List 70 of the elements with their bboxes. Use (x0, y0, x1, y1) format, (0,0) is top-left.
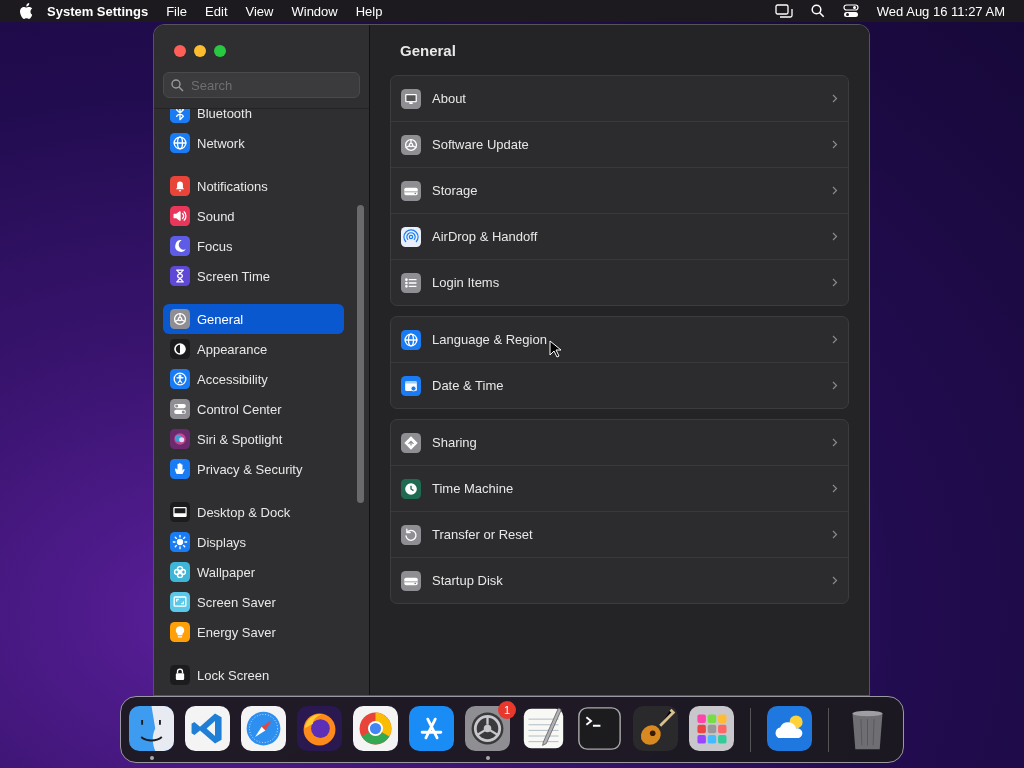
chevron-icon (832, 140, 838, 149)
settings-row[interactable]: Sharing (391, 420, 848, 465)
settings-row[interactable]: AirDrop & Handoff (391, 213, 848, 259)
settings-row[interactable]: Date & Time (391, 362, 848, 408)
sidebar-item[interactable]: Screen Saver (163, 587, 344, 617)
menu-item[interactable]: File (157, 3, 197, 19)
code-editor-icon[interactable] (185, 706, 230, 751)
menu-item[interactable]: Edit (196, 3, 237, 19)
zoom-button[interactable] (214, 45, 226, 57)
close-button[interactable] (174, 45, 186, 57)
search-icon (171, 79, 184, 92)
clock-text[interactable]: Wed Aug 16 11:27 AM (867, 3, 1014, 19)
notification-badge: 1 (498, 701, 516, 719)
sidebar-item[interactable]: Notifications (163, 171, 344, 201)
scrollbar[interactable] (357, 205, 364, 503)
search-icon[interactable] (810, 4, 825, 18)
pointer-icon (549, 340, 561, 358)
cloud-sun-icon[interactable] (767, 706, 812, 751)
sidebar-item[interactable]: Control Center (163, 394, 344, 424)
sidebar-item[interactable]: Wallpaper (163, 557, 344, 587)
sidebar-item[interactable]: Displays (163, 527, 344, 557)
page-title: General (400, 42, 457, 59)
chevron-icon (832, 278, 838, 287)
chevron-icon (832, 94, 838, 103)
gear-icon[interactable] (465, 706, 510, 751)
sidebar-item[interactable]: Siri & Spotlight (163, 424, 344, 454)
a-symbol-icon[interactable] (409, 706, 454, 751)
compass-icon[interactable] (241, 706, 286, 751)
menu-item[interactable]: Help (346, 3, 392, 19)
settings-row[interactable]: Transfer or Reset (391, 511, 848, 557)
notepad-pen-icon[interactable] (521, 706, 566, 751)
settings-row[interactable]: Software Update (391, 121, 848, 167)
settings-row[interactable]: Storage (391, 167, 848, 213)
chevron-icon (832, 484, 838, 493)
sidebar-item[interactable]: Privacy & Security (163, 454, 344, 484)
chevron-icon (832, 232, 838, 241)
chevron-icon (832, 335, 838, 344)
chevron-icon (832, 186, 838, 195)
chevron-icon (832, 576, 838, 585)
sidebar-item[interactable]: Focus (163, 231, 344, 261)
sidebar-item[interactable]: Accessibility (163, 364, 344, 394)
chevron-icon (832, 438, 838, 447)
sidebar-item[interactable]: Sound (163, 201, 344, 231)
sidebar-item[interactable]: Appearance (163, 334, 344, 364)
sidebar-item[interactable]: Bluetooth (163, 109, 344, 128)
minimize-button[interactable] (194, 45, 206, 57)
sidebar-item[interactable]: Lock Screen (163, 660, 344, 690)
smiling-face-icon[interactable] (129, 706, 174, 751)
settings-row[interactable]: Time Machine (391, 465, 848, 511)
dock-item[interactable]: 1 (465, 697, 517, 762)
settings-row[interactable]: About (391, 76, 848, 121)
fox-globe-icon[interactable] (297, 706, 342, 751)
menu-item[interactable]: Window (282, 3, 347, 19)
sidebar-item[interactable]: Energy Saver (163, 617, 344, 647)
guitar-icon[interactable] (633, 706, 678, 751)
screen-mirroring-icon[interactable] (774, 4, 793, 18)
apple-logo-icon[interactable] (19, 3, 33, 19)
settings-row[interactable]: Startup Disk (391, 557, 848, 603)
sidebar-item[interactable]: Network (163, 128, 344, 158)
terminal-icon[interactable] (577, 706, 622, 751)
chevron-icon (832, 381, 838, 390)
sidebar-item[interactable]: Desktop & Dock (163, 497, 344, 527)
app-name-menu[interactable]: System Settings (33, 3, 158, 19)
control-center-icon[interactable] (842, 4, 859, 18)
menu-item[interactable]: View (236, 3, 283, 19)
sidebar-item[interactable]: Screen Time (163, 261, 344, 291)
chevron-icon (832, 530, 838, 539)
sidebar-item[interactable]: General (163, 304, 344, 334)
app-grid-icon[interactable] (689, 706, 734, 751)
settings-row[interactable]: Login Items (391, 259, 848, 305)
